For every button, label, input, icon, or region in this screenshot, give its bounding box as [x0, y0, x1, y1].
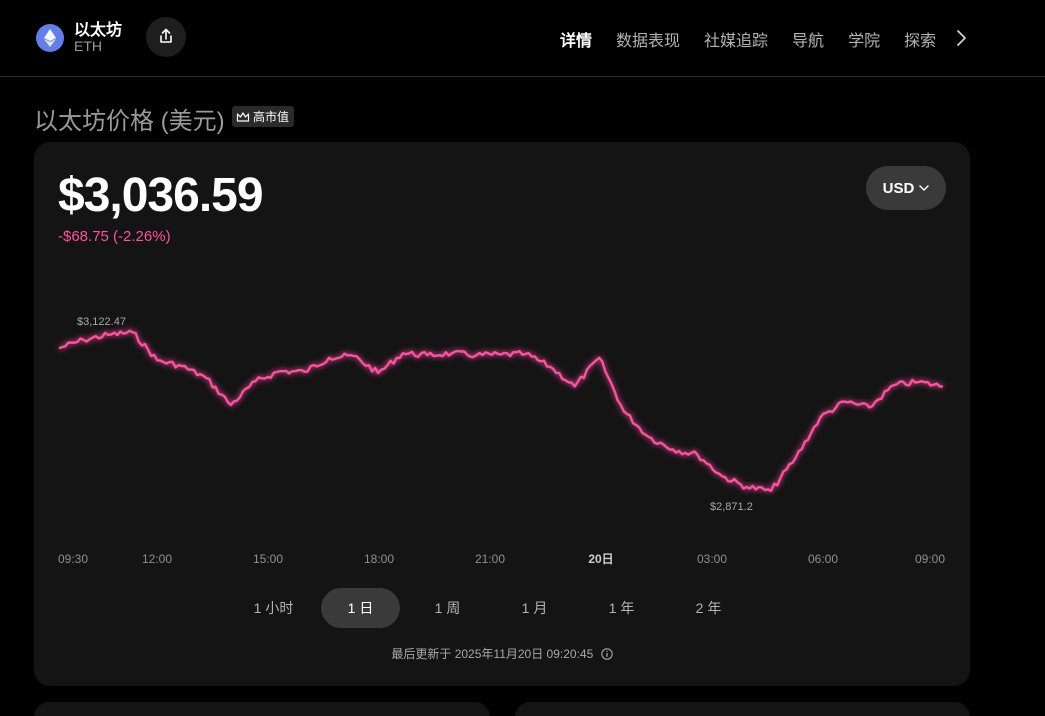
badge-label: 高市值: [253, 110, 290, 124]
x-tick-label: 12:00: [142, 552, 172, 566]
last-updated-text: 最后更新于 2025年11月20日 09:20:45: [391, 647, 594, 661]
info-icon[interactable]: [600, 648, 613, 660]
x-tick-label: 03:00: [697, 552, 727, 566]
last-updated: 最后更新于 2025年11月20日 09:20:45: [34, 645, 970, 662]
nav-item-details[interactable]: 详情: [560, 27, 592, 51]
info-card-left: [34, 702, 490, 716]
range-1h-button[interactable]: 1 小时: [234, 588, 313, 628]
x-tick-label: 09:30: [58, 552, 88, 566]
range-2y-button[interactable]: 2 年: [669, 588, 748, 628]
price-line: [58, 329, 944, 493]
top-nav: 详情 数据表现 社媒追踪 导航 学院 探索: [560, 27, 960, 51]
range-1w-button[interactable]: 1 周: [408, 588, 487, 628]
crown-icon: [236, 111, 250, 122]
high-price-label: $3,122.47: [77, 316, 126, 328]
price-chart[interactable]: $3,122.47 $2,871.2 09:30 12:00 15:00 18:00 2…: [34, 142, 970, 582]
info-card-right: [515, 702, 970, 716]
nav-item-navigation[interactable]: 导航: [792, 27, 824, 51]
nav-item-social[interactable]: 社媒追踪: [704, 27, 768, 51]
time-range-selector: 1 小时 1 日 1 周 1 月 1 年 2 年: [234, 588, 756, 628]
x-tick-label: 09:00: [915, 552, 945, 566]
top-header: 以太坊 ETH 详情 数据表现 社媒追踪 导航 学院 探索: [0, 0, 1045, 77]
x-axis: 09:30 12:00 15:00 18:00 21:00 20日 03:00 06:00 09…: [58, 552, 945, 566]
chevron-right-icon: [957, 30, 966, 46]
share-icon: [160, 28, 172, 43]
range-1d-button[interactable]: 1 日: [321, 588, 400, 628]
share-button[interactable]: [146, 17, 186, 57]
market-cap-badge: 高市值: [232, 106, 295, 127]
x-tick-label: 15:00: [253, 552, 283, 566]
low-price-label: $2,871.2: [710, 501, 753, 513]
range-1y-button[interactable]: 1 年: [582, 588, 661, 628]
nav-scroll-right-button[interactable]: [954, 29, 968, 52]
nav-item-explore[interactable]: 探索: [904, 27, 936, 51]
x-tick-label: 21:00: [475, 552, 505, 566]
range-1m-button[interactable]: 1 月: [495, 588, 574, 628]
x-tick-label: 18:00: [364, 552, 394, 566]
coin-name: 以太坊: [74, 22, 123, 39]
nav-item-performance[interactable]: 数据表现: [616, 27, 680, 51]
coin-symbol: ETH: [74, 38, 102, 54]
x-tick-label: 20日: [588, 552, 613, 566]
price-card: $3,036.59 -$68.75 (-2.26%) USD $3,122.47…: [34, 142, 970, 686]
nav-item-academy[interactable]: 学院: [848, 27, 880, 51]
x-tick-label: 06:00: [808, 552, 838, 566]
ethereum-logo-icon: [36, 24, 64, 52]
page-title: 以太坊价格 (美元): [34, 108, 225, 135]
